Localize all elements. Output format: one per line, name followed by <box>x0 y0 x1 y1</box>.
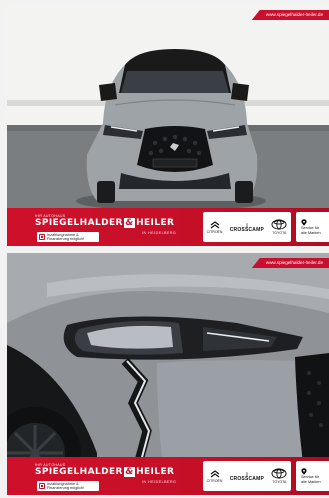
document-icon <box>39 234 45 240</box>
service-notice: Service für alle Marken <box>296 212 329 242</box>
toyota-logo: TOYOTA <box>271 468 287 484</box>
dealer-tagline: IHR AUTOHAUS <box>35 463 66 467</box>
dealer-amp: & <box>123 467 136 477</box>
website-url-badge[interactable]: www.spiegelhalder-heiler.de <box>251 258 329 268</box>
dealer-amp: & <box>123 218 136 228</box>
citroen-icon <box>210 220 219 228</box>
brand-logos: CITROËN [] CROSSCAMP TOYOTA <box>203 212 291 242</box>
crosscamp-logo: [] CROSSCAMP <box>229 471 265 482</box>
document-icon <box>39 483 45 489</box>
pin-icon <box>301 468 307 475</box>
dealer-location: IN HEIDELBERG <box>142 231 177 235</box>
dealer-name: SPIEGELHALDER & HEILER <box>35 218 175 228</box>
car-photo-headlight-closeup: www.spiegelhalder-heiler.de IHR AUTOHAUS… <box>7 253 329 495</box>
dealer-location: IN HEIDELBERG <box>142 480 177 484</box>
toyota-icon <box>271 468 287 479</box>
finance-notice: Inzahlungnahme & Finanzierung möglich! <box>37 481 99 491</box>
dealer-logo: IHR AUTOHAUS SPIEGELHALDER & HEILER IN HEI… <box>35 214 176 235</box>
dealer-tagline: IHR AUTOHAUS <box>35 214 66 218</box>
service-notice: Service für alle Marken <box>296 461 329 491</box>
toyota-logo: TOYOTA <box>271 219 287 235</box>
finance-text: Inzahlungnahme & Finanzierung möglich! <box>47 232 85 241</box>
dealer-name: SPIEGELHALDER & HEILER <box>35 467 175 477</box>
pin-icon <box>301 219 307 226</box>
finance-text: Inzahlungnahme & Finanzierung möglich! <box>47 481 85 490</box>
brand-logos: CITROËN [] CROSSCAMP TOYOTA <box>203 461 291 491</box>
crosscamp-logo: [] CROSSCAMP <box>229 222 265 233</box>
car-photo-front: www.spiegelhalder-heiler.de IHR AUTOHAUS… <box>7 5 329 246</box>
toyota-icon <box>271 219 287 230</box>
citroen-logo: CITROËN <box>207 469 222 483</box>
citroen-icon <box>210 469 219 477</box>
website-url-badge[interactable]: www.spiegelhalder-heiler.de <box>251 10 329 20</box>
service-text: Service für alle Marken <box>301 474 321 484</box>
citroen-logo: CITROËN <box>207 220 222 234</box>
service-text: Service für alle Marken <box>301 225 321 235</box>
dealer-footer-bar: IHR AUTOHAUS SPIEGELHALDER & HEILER IN HEI… <box>7 208 329 246</box>
dealer-footer-bar: IHR AUTOHAUS SPIEGELHALDER & HEILER IN HEI… <box>7 457 329 495</box>
dealer-logo: IHR AUTOHAUS SPIEGELHALDER & HEILER IN HEI… <box>35 463 176 484</box>
finance-notice: Inzahlungnahme & Finanzierung möglich! <box>37 232 99 242</box>
